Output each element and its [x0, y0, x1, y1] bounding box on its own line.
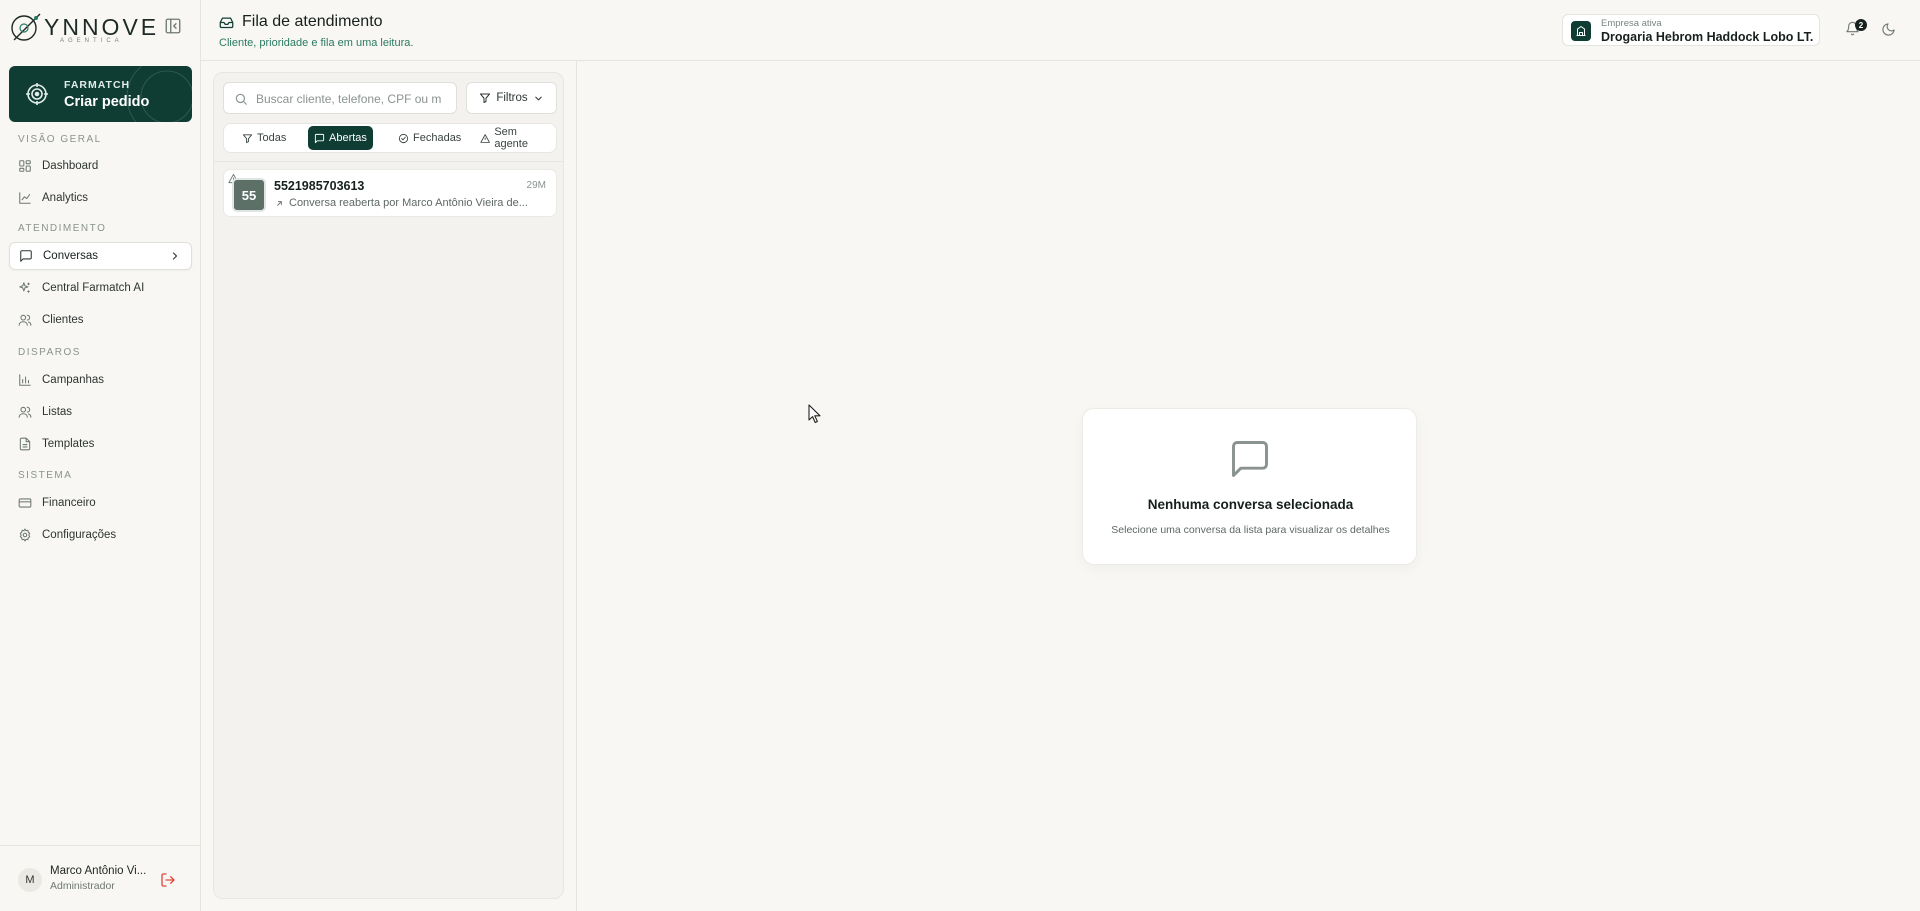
sidebar-item-label: Financeiro — [42, 497, 96, 509]
sidebar-item-label: Analytics — [42, 192, 89, 204]
tab-label: Sem agente — [494, 126, 528, 150]
dashboard-icon — [19, 160, 31, 172]
avatar[interactable]: M — [18, 868, 42, 892]
chevron-down-icon — [534, 96, 542, 100]
empty-state-title: Nenhuma conversa selecionada — [1147, 497, 1354, 512]
sidebar-item-dashboard[interactable]: Dashboard — [9, 152, 192, 180]
tab-no-agent[interactable]: Sem agente — [474, 126, 556, 150]
logout-icon — [161, 873, 175, 887]
message-square-icon — [314, 133, 325, 143]
nav-section-system: SISTEMA — [18, 470, 73, 481]
sidebar-item-templates[interactable]: Templates — [9, 430, 192, 458]
tab-label: Todas — [257, 132, 287, 144]
logo-subtext: AGENTICA — [60, 38, 123, 44]
logo-text: YNNOVE — [44, 14, 160, 40]
users-icon — [18, 406, 32, 418]
cta-title: Criar pedido — [64, 94, 150, 110]
logout-button[interactable] — [160, 872, 176, 888]
conversation-time: 29M — [526, 180, 546, 191]
sidebar-item-label: Conversas — [43, 250, 98, 262]
company-badge — [1571, 21, 1591, 41]
sidebar-item-lists[interactable]: Listas — [9, 398, 192, 426]
sidebar-item-campaigns[interactable]: Campanhas — [9, 366, 192, 394]
notification-count-badge: 2 — [1855, 19, 1867, 31]
sidebar: YNNOVE AGENTICA FARMATCH Criar pedido VI… — [0, 0, 201, 911]
page-title: Fila de atendimento — [242, 13, 383, 30]
tab-all[interactable]: Todas — [236, 126, 292, 150]
sidebar-item-clients[interactable]: Clientes — [9, 306, 192, 334]
conversation-list-item[interactable]: 55 5521985703613 29M Conversa reaberta p… — [223, 169, 557, 217]
sidebar-item-label: Clientes — [42, 314, 84, 326]
arrow-up-right-icon — [277, 200, 282, 206]
status-tabs: Todas Abertas Fechadas Sem agente — [223, 123, 557, 153]
empty-state-card: Nenhuma conversa selecionada Selecione u… — [1082, 408, 1417, 565]
moon-icon — [1882, 23, 1895, 36]
users-icon — [18, 314, 32, 326]
gear-icon — [19, 528, 31, 542]
conversation-list-panel: Filtros Todas Abertas Fechadas — [213, 72, 564, 899]
message-square-icon — [20, 250, 32, 262]
empty-state-subtitle: Selecione uma conversa da lista para vis… — [1111, 524, 1390, 536]
nav-section-overview: VISÃO GERAL — [18, 134, 102, 145]
filter-icon — [242, 133, 253, 143]
check-circle-icon — [398, 133, 409, 143]
mouse-cursor-icon — [808, 404, 821, 424]
sidebar-item-financial[interactable]: Financeiro — [9, 489, 192, 517]
tab-label: Fechadas — [413, 132, 462, 144]
cta-eyebrow: FARMATCH — [64, 79, 131, 91]
search-icon — [235, 93, 247, 105]
active-company-selector[interactable]: Empresa ativa Drogaria Hebrom Haddock Lo… — [1562, 14, 1820, 46]
collapse-sidebar-button[interactable] — [164, 17, 184, 37]
alert-triangle-icon — [480, 133, 490, 143]
sparkles-icon — [19, 282, 30, 293]
chevron-right-icon — [172, 252, 178, 260]
sidebar-item-label: Campanhas — [42, 374, 105, 386]
sidebar-item-label: Listas — [42, 406, 73, 418]
tab-open[interactable]: Abertas — [308, 126, 373, 150]
search-input[interactable] — [256, 90, 452, 108]
sidebar-item-label: Configurações — [42, 529, 117, 541]
filter-icon — [480, 93, 491, 103]
top-bar: Fila de atendimento Cliente, prioridade … — [201, 0, 1920, 61]
filters-label: Filtros — [496, 92, 528, 104]
target-icon — [26, 83, 48, 105]
user-name: Marco Antônio Vi... — [50, 865, 147, 877]
filters-button[interactable]: Filtros — [466, 82, 557, 114]
theme-toggle-button[interactable] — [1881, 22, 1896, 37]
user-role: Administrador — [50, 880, 115, 892]
sidebar-item-label: Central Farmatch AI — [42, 282, 145, 294]
create-order-button[interactable]: FARMATCH Criar pedido — [9, 66, 192, 122]
sidebar-item-analytics[interactable]: Analytics — [9, 184, 192, 212]
sidebar-item-label: Templates — [42, 438, 95, 450]
contact-phone: 5521985703613 — [274, 179, 365, 193]
divider — [214, 161, 563, 162]
inbox-icon — [219, 17, 234, 29]
sidebar-item-central-farmatch-ai[interactable]: Central Farmatch AI — [9, 274, 192, 302]
company-name: Drogaria Hebrom Haddock Lobo LT... — [1601, 30, 1813, 44]
file-text-icon — [19, 437, 31, 451]
logo-mark-icon — [11, 13, 41, 41]
building-icon — [1576, 26, 1586, 36]
brand-logo[interactable]: YNNOVE AGENTICA — [10, 10, 190, 46]
sidebar-item-label: Dashboard — [42, 160, 99, 172]
tab-label: Abertas — [329, 132, 367, 144]
message-square-icon — [1232, 441, 1268, 477]
chart-line-icon — [19, 192, 31, 204]
contact-avatar: 55 — [232, 178, 266, 212]
user-profile: M Marco Antônio Vi... Administrador — [0, 845, 201, 911]
sidebar-item-settings[interactable]: Configurações — [9, 521, 192, 549]
nav-section-service: ATENDIMENTO — [18, 223, 107, 234]
panel-left-icon — [165, 18, 181, 34]
preview-text: Conversa reaberta por Marco Antônio Viei… — [289, 197, 528, 209]
company-label: Empresa ativa — [1601, 18, 1662, 29]
page-subtitle: Cliente, prioridade e fila em uma leitur… — [219, 37, 414, 49]
nav-section-dispatch: DISPAROS — [18, 347, 81, 358]
search-box — [223, 82, 457, 114]
sidebar-item-conversations[interactable]: Conversas — [9, 242, 192, 270]
credit-card-icon — [18, 498, 32, 508]
bar-chart-icon — [19, 374, 31, 386]
tab-closed[interactable]: Fechadas — [392, 126, 467, 150]
conversation-preview: Conversa reaberta por Marco Antônio Viei… — [275, 197, 545, 209]
